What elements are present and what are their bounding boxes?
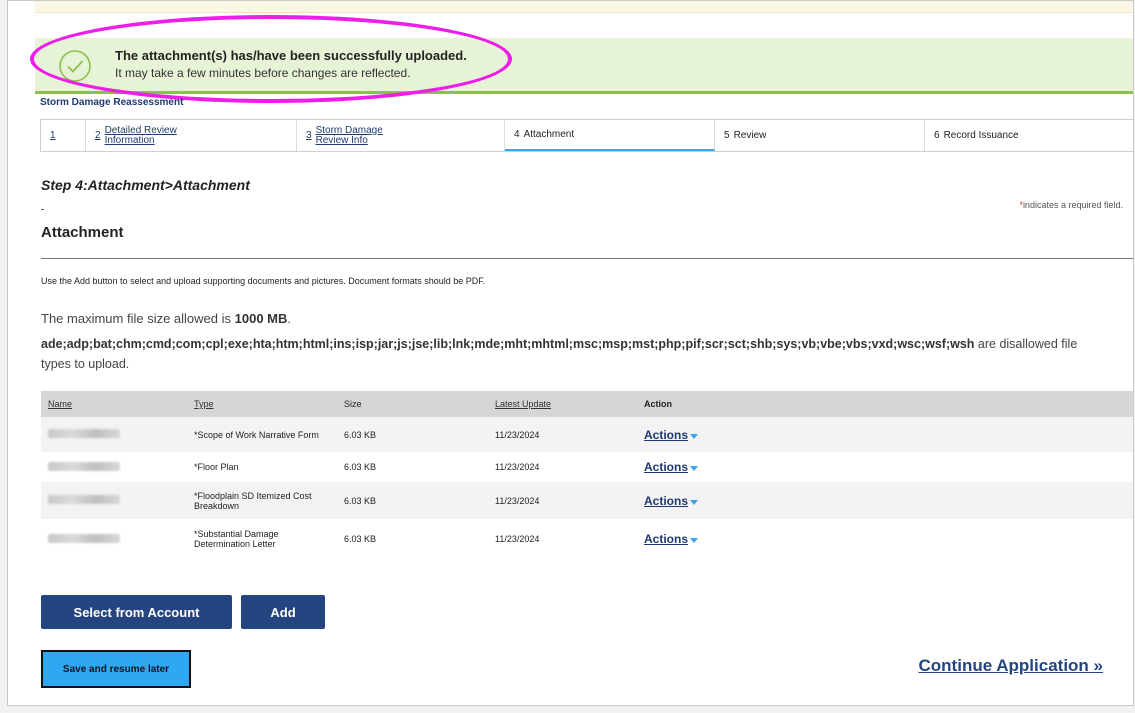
disallowed-list: ade;adp;bat;chm;cmd;com;cpl;exe;hta;htm;… [41,337,975,351]
max-size-value: 1000 MB [234,311,288,326]
step-label: Review [733,130,767,141]
size-cell: 6.03 KB [337,452,488,482]
step-5[interactable]: 5 Review [715,120,925,151]
highlight-ellipse [30,15,512,103]
col-latest-update-header[interactable]: Latest Update [488,391,637,417]
action-cell: Actions [637,519,1133,559]
chevron-down-icon[interactable] [690,538,699,544]
step-6[interactable]: 6 Record Issuance [925,120,1133,151]
save-and-resume-button[interactable]: Save and resume later [41,650,191,688]
table-row: *Scope of Work Narrative Form 6.03 KB 11… [41,417,1133,452]
action-cell: Actions [637,482,1133,519]
step-label: Attachment [523,129,575,140]
step-number: 3 [306,130,312,141]
col-size-header[interactable]: Size [337,391,488,417]
redacted-file-name[interactable] [48,533,120,543]
section-rule [41,258,1133,259]
flow-title: Storm Damage Reassessment [40,97,184,108]
step-title: Step 4:Attachment>Attachment [41,177,250,193]
type-cell: *Scope of Work Narrative Form [187,417,337,452]
add-button[interactable]: Add [241,595,325,629]
date-cell: 11/23/2024 [488,417,637,452]
step-2[interactable]: 2 Detailed Review Information [86,120,297,151]
col-type-header[interactable]: Type [187,391,337,417]
page-frame: The attachment(s) has/have been successf… [7,0,1134,706]
chevron-down-icon[interactable] [690,433,699,439]
step-label: Record Issuance [943,130,1019,141]
redacted-file-name[interactable] [48,495,120,504]
section-heading: Attachment [41,224,124,241]
actions-link[interactable]: Actions [644,494,688,508]
required-note: *indicates a required field. [1019,200,1123,210]
step-label: Detailed Review Information [104,124,177,146]
chevron-down-icon[interactable] [690,499,699,505]
disallowed-types: ade;adp;bat;chm;cmd;com;cpl;exe;hta;htm;… [41,334,1101,374]
date-cell: 11/23/2024 [488,519,637,559]
step-number: 5 [724,130,730,141]
step-number: 6 [934,130,940,141]
file-name-cell [41,482,187,519]
action-cell: Actions [637,417,1133,452]
step-number: 2 [95,130,101,141]
chevron-down-icon[interactable] [690,466,699,472]
top-band [35,1,1133,13]
instructions: Use the Add button to select and upload … [41,276,486,286]
actions-link[interactable]: Actions [644,532,688,546]
attachments-table: Name Type Size Latest Update Action *Sco… [41,391,1133,559]
step-number: 4 [514,129,520,140]
type-cell: *Floor Plan [187,452,337,482]
type-cell: *Substantial Damage Determination Letter [187,519,337,559]
step-4[interactable]: 4 Attachment [505,120,715,151]
max-size-text: The maximum file size allowed is 1000 MB… [41,311,291,326]
action-cell: Actions [637,452,1133,482]
size-cell: 6.03 KB [337,417,488,452]
select-from-account-button[interactable]: Select from Account [41,595,232,629]
divider-dot [41,209,44,210]
file-name-cell [41,417,187,452]
step-3[interactable]: 3 Storm Damage Review Info [297,120,505,151]
table-row: *Substantial Damage Determination Letter… [41,519,1133,559]
type-cell: *Floodplain SD Itemized Cost Breakdown [187,482,337,519]
table-header-row: Name Type Size Latest Update Action [41,391,1133,417]
max-size-suffix: . [287,311,291,326]
actions-link[interactable]: Actions [644,460,688,474]
step-label: Storm Damage Review Info [315,124,383,146]
step-number: 1 [50,130,56,141]
step-tracker: 1 2 Detailed Review Information 3 Storm … [40,119,1133,152]
col-name-header[interactable]: Name [41,391,187,417]
date-cell: 11/23/2024 [488,452,637,482]
continue-application-link[interactable]: Continue Application » [919,656,1103,676]
col-action-header: Action [637,391,1133,417]
actions-link[interactable]: Actions [644,428,688,442]
redacted-file-name[interactable] [48,461,120,471]
required-text: indicates a required field. [1022,200,1123,210]
file-name-cell [41,452,187,482]
date-cell: 11/23/2024 [488,482,637,519]
step-1[interactable]: 1 [41,120,86,151]
table-row: *Floor Plan 6.03 KB 11/23/2024 Actions [41,452,1133,482]
file-name-cell [41,519,187,559]
size-cell: 6.03 KB [337,482,488,519]
table-row: *Floodplain SD Itemized Cost Breakdown 6… [41,482,1133,519]
redacted-file-name[interactable] [48,429,120,438]
max-size-prefix: The maximum file size allowed is [41,311,235,326]
size-cell: 6.03 KB [337,519,488,559]
